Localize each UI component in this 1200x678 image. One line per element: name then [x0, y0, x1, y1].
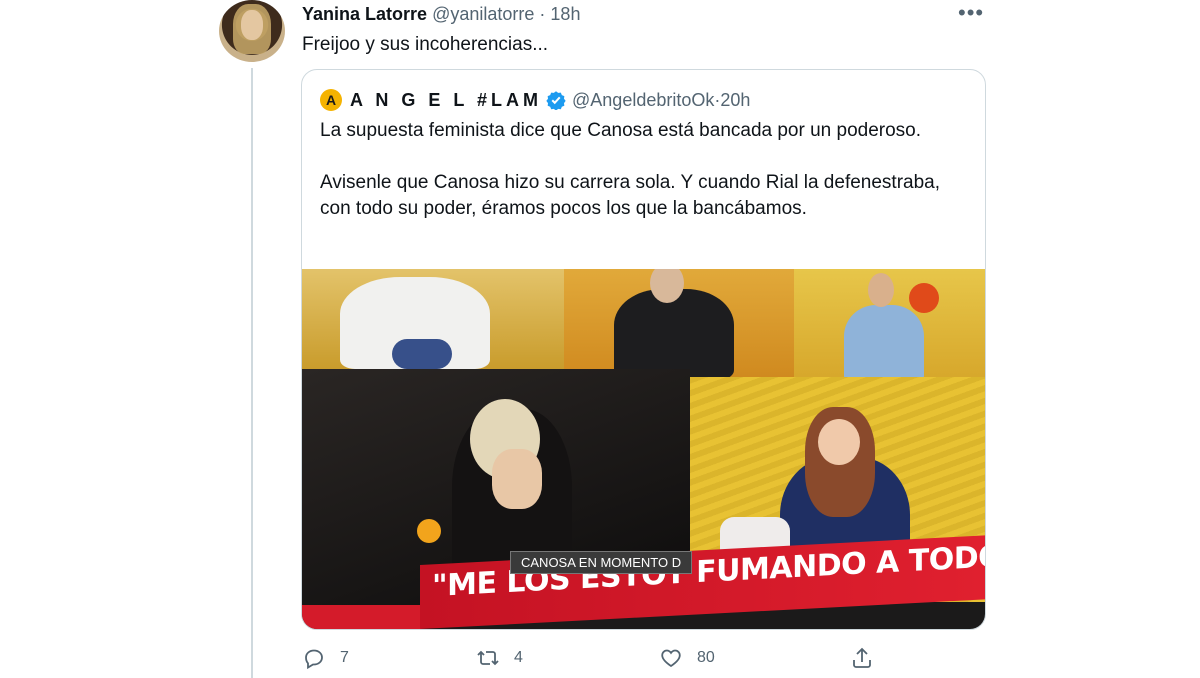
verified-badge-icon: [546, 91, 566, 110]
retweet-button[interactable]: 4: [476, 646, 523, 670]
avatar-face: [241, 10, 263, 40]
author-avatar[interactable]: [219, 0, 285, 62]
tv-chyron: CANOSA EN MOMENTO D: [510, 551, 693, 574]
quoted-paragraph-1: La supuesta feminista dice que Canosa es…: [320, 120, 922, 141]
quoted-author-name[interactable]: A N G E L #LAM: [350, 88, 542, 112]
quoted-time[interactable]: 20h: [720, 88, 750, 112]
like-count: 80: [697, 649, 715, 666]
heart-icon: [661, 649, 681, 668]
more-horizontal-icon[interactable]: •••: [958, 0, 984, 26]
tweet-text: Freijoo y sus incoherencias...: [302, 34, 549, 55]
tweet-header: Yanina Latorre @yanilatorre · 18h: [302, 2, 580, 26]
quoted-header: A A N G E L #LAM @AngeldebritoOk · 20h: [320, 88, 750, 112]
reply-count: 7: [340, 649, 349, 666]
quoted-handle[interactable]: @AngeldebritoOk: [572, 88, 714, 112]
thread-line: [251, 68, 253, 678]
reply-button[interactable]: 7: [302, 646, 349, 670]
reply-icon: [305, 649, 323, 670]
quoted-paragraph-2: Avisenle que Canosa hizo su carrera sola…: [320, 172, 941, 219]
author-name[interactable]: Yanina Latorre: [302, 4, 427, 24]
tv-panel-top-right: [794, 269, 985, 383]
tv-panel-top-center: [564, 269, 794, 377]
quoted-avatar[interactable]: A: [320, 89, 342, 111]
retweet-count: 4: [514, 649, 523, 666]
share-icon: [853, 647, 871, 668]
quoted-tweet[interactable]: A A N G E L #LAM @AngeldebritoOk · 20h L…: [301, 69, 986, 630]
separator-dot: ·: [539, 4, 546, 24]
quoted-text: La supuesta feminista dice que Canosa es…: [320, 118, 970, 222]
tweet-actions: 7 4 80: [302, 646, 882, 676]
quoted-media-image[interactable]: "ME LOS ESTOY FUMANDO A TODOS" CANOSA EN…: [302, 269, 985, 629]
retweet-icon: [477, 650, 499, 666]
like-button[interactable]: 80: [659, 646, 715, 670]
tv-panel-top-left: [302, 269, 564, 369]
channel-logo-block: [302, 605, 420, 629]
share-button[interactable]: [850, 646, 888, 670]
tweet-time[interactable]: 18h: [550, 4, 580, 24]
author-handle[interactable]: @yanilatorre: [432, 4, 534, 24]
